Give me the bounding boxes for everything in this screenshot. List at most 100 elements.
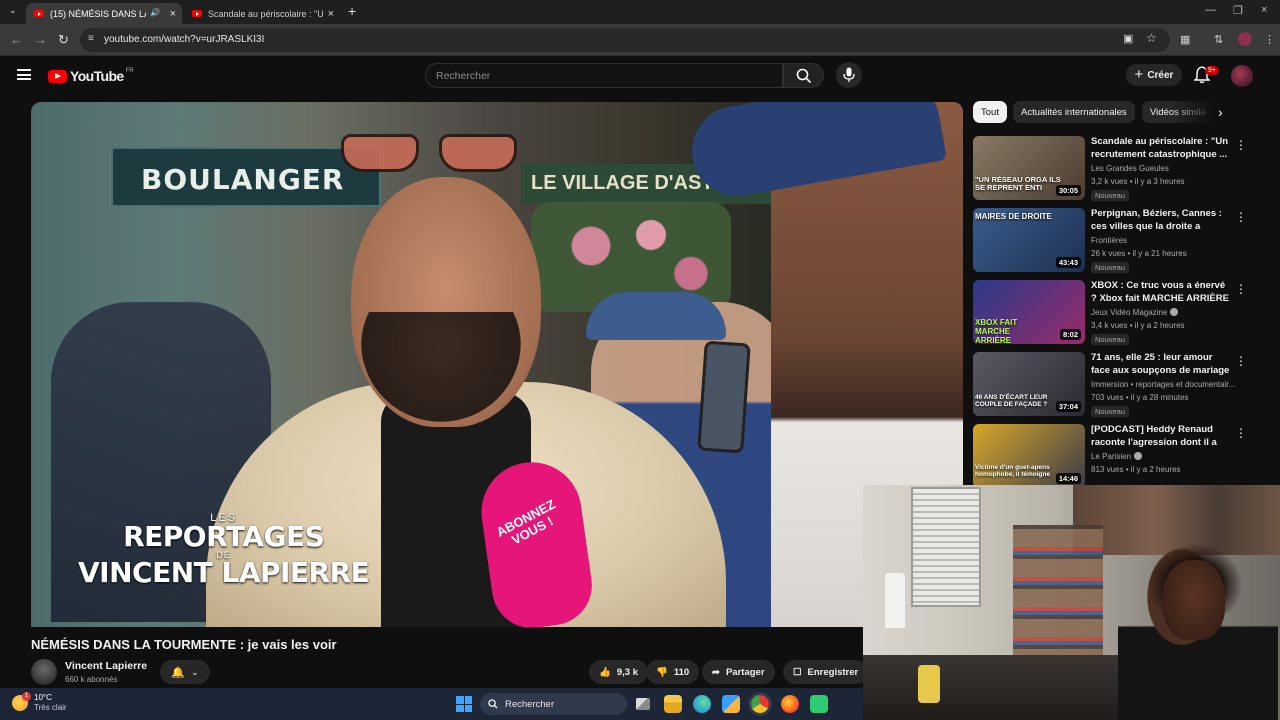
edge-browser-icon[interactable] bbox=[693, 695, 711, 713]
url-text[interactable]: youtube.com/watch?v=urJRASLKI3I bbox=[104, 34, 264, 45]
minimize-window-icon[interactable]: — bbox=[1205, 4, 1216, 16]
voice-search-button[interactable] bbox=[836, 62, 862, 88]
video-title[interactable]: Scandale au périscolaire : "Un recruteme… bbox=[1091, 136, 1231, 161]
browser-tab-active[interactable]: (15) NÉMÉSIS DANS LA TOURMENTE 🔊 × bbox=[26, 3, 182, 24]
site-info-icon[interactable]: ≡ bbox=[88, 33, 94, 44]
save-label: Enregistrer bbox=[807, 666, 859, 678]
search-input[interactable]: Rechercher bbox=[425, 63, 783, 88]
smartphone bbox=[697, 340, 751, 454]
spray-bottle bbox=[885, 573, 905, 628]
profile-avatar-icon[interactable] bbox=[1238, 32, 1252, 46]
task-view-icon[interactable] bbox=[636, 698, 650, 710]
browser-tab[interactable]: Scandale au périscolaire : "Un re × bbox=[184, 3, 340, 24]
media-control-icon[interactable]: ⇅ bbox=[1214, 33, 1223, 46]
taskbar-search[interactable]: Rechercher bbox=[480, 693, 627, 715]
close-tab-icon[interactable]: × bbox=[328, 8, 334, 20]
thumbnail-caption: 46 ANS D'ÉCART LEUR COUPLE DE FAÇADE ? bbox=[975, 394, 1048, 408]
more-options-icon[interactable]: ⋮ bbox=[1235, 138, 1247, 152]
file-explorer-icon[interactable] bbox=[664, 695, 682, 713]
reload-icon[interactable]: ↻ bbox=[58, 32, 69, 48]
logo-text: YouTube bbox=[70, 68, 124, 84]
new-tab-button[interactable]: + bbox=[348, 3, 356, 19]
video-title[interactable]: Perpignan, Béziers, Cannes : ces villes … bbox=[1091, 208, 1231, 233]
video-meta: 26 k vues • il y a 21 heures bbox=[1091, 249, 1187, 258]
sunglasses bbox=[341, 134, 521, 176]
video-title[interactable]: 71 ans, elle 25 : leur amour face aux so… bbox=[1091, 352, 1231, 377]
microsoft-store-icon[interactable] bbox=[722, 695, 740, 713]
thumbnail-caption: Victime d'un guet-apens homophobe, il té… bbox=[975, 464, 1051, 478]
video-thumbnail[interactable]: Victime d'un guet-apens homophobe, il té… bbox=[973, 424, 1085, 488]
windows-start-icon[interactable] bbox=[456, 696, 472, 712]
search-button[interactable] bbox=[783, 63, 824, 88]
video-thumbnail[interactable]: XBOX FAIT MARCHE ARRIÈRE 8:02 bbox=[973, 280, 1085, 344]
save-button[interactable]: ☐ Enregistrer bbox=[783, 660, 869, 684]
video-title[interactable]: XBOX : Ce truc vous a énervé ? Xbox fait… bbox=[1091, 280, 1231, 305]
channel-name[interactable]: Le Parisien bbox=[1091, 452, 1241, 461]
like-button[interactable]: 👍 9,3 k bbox=[589, 660, 648, 684]
youtube-logo[interactable]: YouTube FR bbox=[48, 68, 134, 84]
chevron-right-icon[interactable]: › bbox=[1218, 104, 1223, 120]
avatar[interactable] bbox=[1231, 65, 1253, 87]
new-badge: Nouveau bbox=[1091, 262, 1130, 273]
install-app-icon[interactable]: ▣ bbox=[1123, 32, 1133, 45]
thumbs-down-icon: 👎 bbox=[656, 666, 668, 678]
channel-name[interactable]: Les Grandes Gueules bbox=[1091, 164, 1241, 173]
menu-hamburger-icon[interactable] bbox=[17, 69, 31, 80]
chevron-down-icon: ⌄ bbox=[191, 666, 199, 677]
video-thumbnail[interactable]: "UN RÉSEAU ORGA ILS SE REPRENT ENTI 30:0… bbox=[973, 136, 1085, 200]
back-icon[interactable]: ← bbox=[10, 32, 23, 47]
list-item[interactable]: 46 ANS D'ÉCART LEUR COUPLE DE FAÇADE ? 3… bbox=[973, 352, 1263, 418]
channel-name[interactable]: Frontières bbox=[1091, 236, 1241, 245]
verified-icon bbox=[1170, 308, 1179, 316]
list-item[interactable]: MAIRES DE DROITE 43:43 Perpignan, Bézier… bbox=[973, 208, 1263, 274]
channel-name[interactable]: Jeux Vidéo Magazine bbox=[1091, 308, 1241, 317]
video-player[interactable]: BOULANGER LE VILLAGE D'ASTE ABONNEZ VOUS … bbox=[31, 102, 963, 627]
cafe-sign-text: LE VILLAGE D'ASTE bbox=[531, 172, 727, 194]
create-button[interactable]: + Créer bbox=[1126, 64, 1182, 86]
storefront-sign-text: BOULANGER bbox=[141, 163, 345, 196]
plus-icon: + bbox=[1134, 65, 1144, 83]
weather-widget[interactable]: 1 10°C Très clair bbox=[12, 692, 67, 713]
dislike-button[interactable]: 👎 110 bbox=[646, 660, 700, 684]
list-item[interactable]: "UN RÉSEAU ORGA ILS SE REPRENT ENTI 30:0… bbox=[973, 136, 1263, 202]
taskbar-search-label: Rechercher bbox=[505, 698, 555, 710]
video-title[interactable]: [PODCAST] Heddy Renaud raconte l'agressi… bbox=[1091, 424, 1231, 449]
channel-avatar[interactable] bbox=[31, 659, 57, 685]
streamer-face bbox=[1163, 560, 1225, 640]
video-thumbnail[interactable]: 46 ANS D'ÉCART LEUR COUPLE DE FAÇADE ? 3… bbox=[973, 352, 1085, 416]
forward-icon[interactable]: → bbox=[34, 32, 47, 47]
list-item[interactable]: XBOX FAIT MARCHE ARRIÈRE 8:02 XBOX : Ce … bbox=[973, 280, 1263, 346]
windows-taskbar: 1 10°C Très clair Rechercher bbox=[0, 688, 863, 720]
subscriber-count: 660 k abonnés bbox=[65, 675, 118, 684]
weather-temperature: 10°C bbox=[34, 693, 52, 702]
channel-name[interactable]: Immersion • reportages et documentair... bbox=[1091, 380, 1241, 389]
browser-menu-icon[interactable]: ⋮ bbox=[1264, 33, 1275, 46]
extensions-icon[interactable]: ▦ bbox=[1180, 33, 1190, 46]
tab-audio-icon[interactable]: 🔊 bbox=[150, 8, 160, 17]
more-options-icon[interactable]: ⋮ bbox=[1235, 210, 1247, 224]
more-options-icon[interactable]: ⋮ bbox=[1235, 354, 1247, 368]
tab-search-chevron-icon[interactable]: ⌄ bbox=[9, 5, 17, 16]
watermark-name: VINCENT LAPIERRE bbox=[78, 556, 370, 589]
chip-international-news[interactable]: Actualités internationales bbox=[1013, 101, 1135, 123]
more-options-icon[interactable]: ⋮ bbox=[1235, 282, 1247, 296]
video-thumbnail[interactable]: MAIRES DE DROITE 43:43 bbox=[973, 208, 1085, 272]
close-window-icon[interactable]: × bbox=[1261, 4, 1267, 16]
channel-name-main[interactable]: Vincent Lapierre bbox=[65, 660, 147, 672]
chip-all[interactable]: Tout bbox=[973, 101, 1007, 123]
firefox-icon[interactable] bbox=[781, 695, 799, 713]
maximize-window-icon[interactable]: ❐ bbox=[1233, 4, 1243, 17]
video-meta: 813 vues • il y a 2 heures bbox=[1091, 465, 1181, 474]
bookmark-star-icon[interactable]: ☆ bbox=[1146, 31, 1157, 45]
more-options-icon[interactable]: ⋮ bbox=[1235, 426, 1247, 440]
chat-app-icon[interactable] bbox=[810, 695, 828, 713]
chrome-icon[interactable] bbox=[751, 695, 769, 713]
share-button[interactable]: ➦ Partager bbox=[702, 660, 775, 684]
subscription-bell-button[interactable]: 🔔 ⌄ bbox=[160, 660, 210, 684]
list-item[interactable]: Victime d'un guet-apens homophobe, il té… bbox=[973, 424, 1263, 490]
microphone-icon bbox=[843, 67, 855, 82]
close-tab-icon[interactable]: × bbox=[170, 8, 176, 20]
new-badge: Nouveau bbox=[1091, 406, 1130, 417]
address-bar[interactable]: ≡ youtube.com/watch?v=urJRASLKI3I ▣ ☆ bbox=[80, 28, 1170, 52]
watermark-reportages: REPORTAGES bbox=[123, 520, 325, 553]
